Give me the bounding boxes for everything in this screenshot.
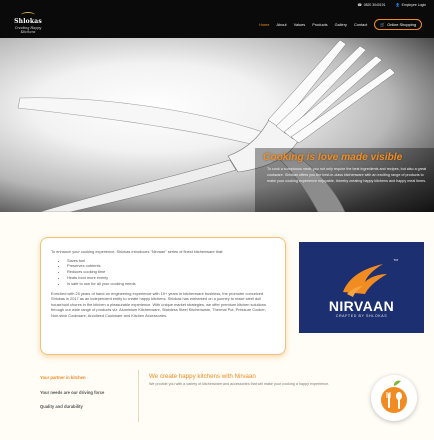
fork-spoon-icon	[381, 380, 407, 413]
nav-home[interactable]: Home	[259, 22, 269, 27]
online-shopping-button[interactable]: 🛒 Online Shopping	[374, 19, 422, 30]
cutlery-illustration	[17, 39, 434, 212]
benefit-item: Is safe to use for all your cooking need…	[67, 281, 275, 287]
hero-banner: Cooking is love made visible To cook a s…	[0, 38, 434, 212]
happy-kitchens-title: We create happy kitchens with Nirvaan	[149, 373, 256, 380]
phone-number: 0820 3040191	[363, 3, 386, 7]
nav-contact[interactable]: Contact	[354, 22, 367, 27]
nav-about[interactable]: About	[276, 22, 286, 27]
phone-link[interactable]: ☎ 0820 3040191	[358, 3, 386, 7]
nirvaan-brand: NIRVAAN	[328, 298, 395, 314]
benefit-list: Saves fuel Preserves nutrients Reduces c…	[67, 258, 275, 287]
nav-values[interactable]: Values	[294, 22, 306, 27]
cart-icon: 🛒	[380, 22, 386, 27]
floating-chat-button[interactable]	[371, 375, 417, 421]
flame-icon	[343, 264, 387, 297]
employee-login-label: Employee Login	[401, 3, 426, 7]
top-bar: ☎ 0820 3040191 👤 Employee Login	[358, 3, 426, 7]
site-header: ☎ 0820 3040191 👤 Employee Login Shlokas …	[0, 0, 434, 38]
nav-products[interactable]: Products	[312, 22, 327, 27]
feature-item-quality[interactable]: Quality and durability	[40, 404, 83, 409]
trademark-mark: TM	[393, 258, 398, 262]
logo-name: Shlokas	[14, 18, 42, 25]
feature-item-partner[interactable]: Your partner in kitchen	[40, 375, 86, 380]
intro-card: To enhance your cooking experience, Shlo…	[40, 237, 286, 355]
happy-kitchens-text: We provide you with a variety of kitchen…	[149, 382, 330, 386]
online-shopping-label: Online Shopping	[387, 22, 416, 27]
brand-logo[interactable]: Shlokas Creating Happy Kitchens	[8, 12, 48, 34]
nav-gallery[interactable]: Gallery	[335, 22, 347, 27]
main-nav: Home About Values Products Gallery Conta…	[259, 19, 422, 30]
feature-item-needs[interactable]: Your needs are our driving force	[40, 390, 104, 395]
hero-title: Cooking is love made visible	[263, 152, 403, 163]
fork-handle	[39, 159, 237, 212]
nirvaan-crafted-by: CRAFTED BY SHLOKAS	[335, 314, 388, 318]
user-icon: 👤	[395, 3, 400, 7]
intro-lead: To enhance your cooking experience, Shlo…	[51, 249, 224, 254]
hero-description: To cook a sumptuous meal, you not only r…	[267, 167, 427, 183]
logo-tagline: Creating Happy Kitchens	[14, 26, 42, 34]
employee-login-link[interactable]: 👤 Employee Login	[395, 3, 426, 7]
knife-blade	[17, 97, 281, 151]
nirvaan-logo-card: TM NIRVAAN CRAFTED BY SHLOKAS	[299, 242, 424, 333]
phone-icon: ☎	[357, 3, 362, 7]
section-divider	[138, 370, 139, 422]
intro-body: Enriched with 25 years of hand-on engine…	[51, 290, 266, 318]
